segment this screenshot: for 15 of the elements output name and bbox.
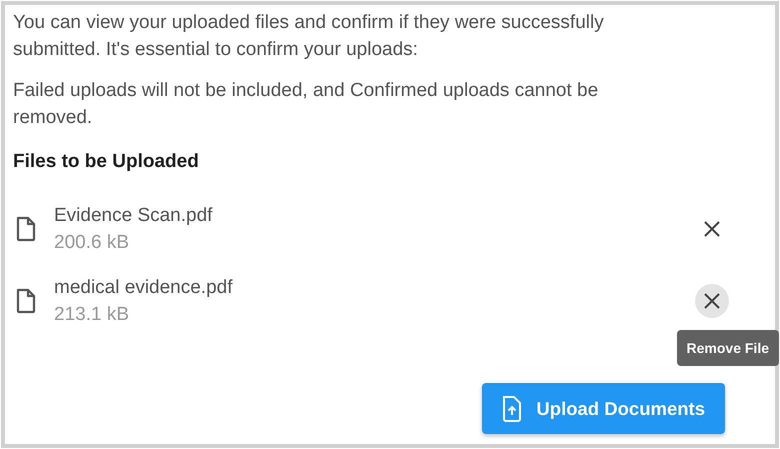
instruction-text: You can view your uploaded files and confirm if they were successfully submitted. It's essential to confirm your uploads: xyxy=(13,11,605,62)
file-upload-icon xyxy=(502,396,522,422)
instruction-text: Failed uploads will not be included, and Confirmed uploads cannot be removed. xyxy=(13,79,600,130)
upload-documents-button[interactable]: Upload Documents xyxy=(482,383,725,434)
section-heading: Files to be Uploaded xyxy=(13,151,200,173)
tooltip: Remove File xyxy=(676,330,779,366)
close-icon xyxy=(702,291,722,311)
file-size: 200.6 kB xyxy=(54,231,130,255)
file-name: Evidence Scan.pdf xyxy=(54,204,214,228)
remove-button[interactable] xyxy=(695,284,729,318)
file-name: medical evidence.pdf xyxy=(54,276,234,300)
close-icon xyxy=(702,219,722,239)
file-icon xyxy=(15,216,37,242)
file-size: 213.1 kB xyxy=(54,303,130,327)
file-icon xyxy=(15,288,37,314)
